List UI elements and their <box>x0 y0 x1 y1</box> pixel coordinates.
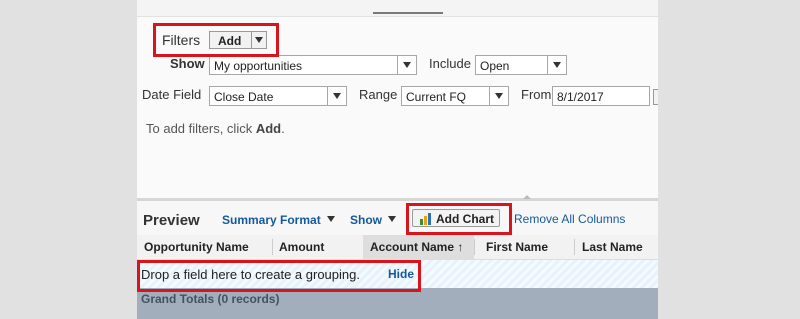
grand-totals-row: Grand Totals (0 records) <box>137 288 658 319</box>
chevron-down-icon <box>489 87 508 105</box>
filters-title: Filters <box>162 32 201 48</box>
include-select-value: Open <box>480 59 510 73</box>
show-dropdown-label: Show <box>350 213 382 227</box>
grand-totals-label: Grand Totals (0 records) <box>141 292 280 306</box>
add-chart-button[interactable]: Add Chart <box>412 209 500 227</box>
chevron-down-icon <box>326 216 335 222</box>
column-last-name[interactable]: Last Name <box>575 235 658 259</box>
range-label: Range <box>359 87 398 102</box>
column-header-row: Opportunity Name Amount Account Name ↑ F… <box>137 235 658 260</box>
show-select-value: My opportunities <box>214 59 303 73</box>
right-backdrop <box>658 0 800 319</box>
range-select-value: Current FQ <box>406 90 467 104</box>
add-filter-button-label: Add <box>218 34 242 48</box>
filters-hint-prefix: To add filters, click <box>146 121 256 136</box>
from-label: From <box>521 87 552 102</box>
filters-hint-suffix: . <box>281 121 285 136</box>
column-first-name[interactable]: First Name <box>475 235 574 259</box>
chevron-down-icon <box>251 32 266 48</box>
calendar-icon[interactable] <box>653 89 658 105</box>
add-chart-label: Add Chart <box>436 212 494 226</box>
date-field-select-value: Close Date <box>214 90 274 104</box>
column-account-name[interactable]: Account Name ↑ <box>363 235 474 259</box>
filters-section: Filters Add Show My opportunities Includ… <box>137 16 658 199</box>
range-select[interactable]: Current FQ <box>401 86 509 106</box>
show-select[interactable]: My opportunities <box>209 55 417 75</box>
summary-format-dropdown[interactable]: Summary Format <box>222 213 335 227</box>
report-builder-panel: Filters Add Show My opportunities Includ… <box>137 0 658 319</box>
date-field-select[interactable]: Close Date <box>209 86 347 106</box>
date-field-label: Date Field <box>142 87 202 102</box>
include-label: Include <box>429 56 471 71</box>
show-label: Show <box>170 56 205 71</box>
include-select[interactable]: Open <box>475 55 567 75</box>
hide-grouping-link[interactable]: Hide <box>388 267 414 281</box>
tab-underline <box>373 12 443 14</box>
drag-handle-icon <box>523 195 531 199</box>
filters-hint: To add filters, click Add. <box>146 121 285 136</box>
summary-format-label: Summary Format <box>222 213 321 227</box>
bar-chart-icon <box>420 213 431 225</box>
add-filter-button[interactable]: Add <box>209 31 267 49</box>
from-date-input[interactable]: 8/1/2017 <box>552 86 650 106</box>
grouping-drop-text: Drop a field here to create a grouping. <box>141 267 360 282</box>
chevron-down-icon <box>388 216 396 222</box>
chevron-down-icon <box>547 56 566 74</box>
from-date-value: 8/1/2017 <box>557 90 604 104</box>
remove-all-columns-link[interactable]: Remove All Columns <box>514 212 625 226</box>
grouping-drop-zone[interactable]: Drop a field here to create a grouping. … <box>137 260 658 288</box>
chevron-down-icon <box>327 87 346 105</box>
column-opportunity-name[interactable]: Opportunity Name <box>137 235 272 259</box>
preview-title: Preview <box>143 212 200 229</box>
top-tab-strip <box>137 0 658 16</box>
left-backdrop <box>0 0 137 319</box>
filters-hint-action: Add <box>255 121 282 136</box>
column-amount[interactable]: Amount <box>273 235 363 259</box>
show-dropdown[interactable]: Show <box>350 213 396 227</box>
chevron-down-icon <box>397 56 416 74</box>
